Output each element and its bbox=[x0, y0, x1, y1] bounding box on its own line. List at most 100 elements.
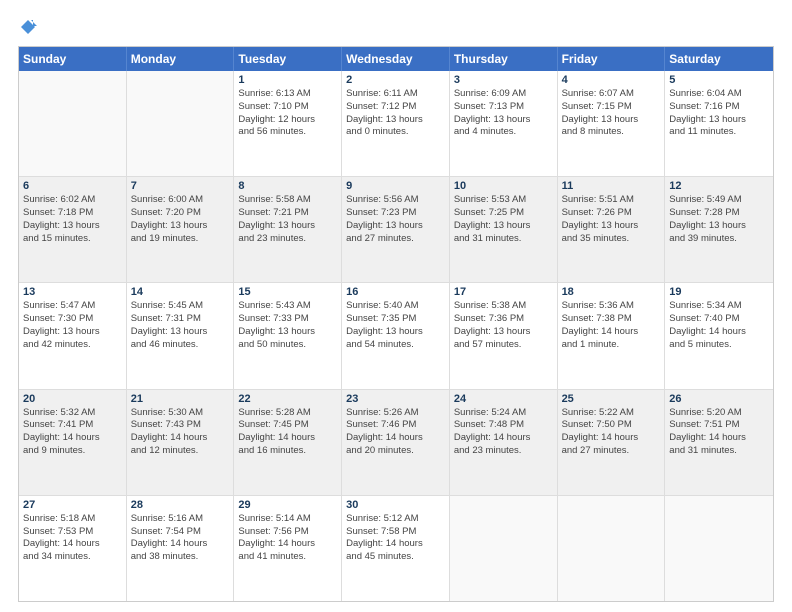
calendar-cell: 8Sunrise: 5:58 AMSunset: 7:21 PMDaylight… bbox=[234, 177, 342, 282]
cell-info-line: Sunset: 7:58 PM bbox=[346, 526, 445, 539]
cell-info-line: Daylight: 14 hours bbox=[23, 432, 122, 445]
cell-info-line: Sunset: 7:23 PM bbox=[346, 207, 445, 220]
week-row: 6Sunrise: 6:02 AMSunset: 7:18 PMDaylight… bbox=[19, 177, 773, 283]
cell-info-line: Daylight: 13 hours bbox=[669, 220, 769, 233]
cell-info-line: Daylight: 13 hours bbox=[238, 220, 337, 233]
calendar-cell: 28Sunrise: 5:16 AMSunset: 7:54 PMDayligh… bbox=[127, 496, 235, 601]
cell-info-line: Daylight: 14 hours bbox=[23, 538, 122, 551]
logo bbox=[18, 18, 37, 36]
cell-info-line: and 46 minutes. bbox=[131, 339, 230, 352]
cell-info-line: Daylight: 14 hours bbox=[454, 432, 553, 445]
day-number: 19 bbox=[669, 286, 769, 298]
cell-info-line: Daylight: 13 hours bbox=[131, 326, 230, 339]
cell-info-line: Sunrise: 5:14 AM bbox=[238, 513, 337, 526]
cell-info-line: Sunrise: 6:13 AM bbox=[238, 88, 337, 101]
cell-info-line: Sunset: 7:12 PM bbox=[346, 101, 445, 114]
cell-info-line: and 9 minutes. bbox=[23, 445, 122, 458]
cell-info-line: and 50 minutes. bbox=[238, 339, 337, 352]
cell-info-line: Daylight: 14 hours bbox=[131, 538, 230, 551]
cell-info-line: and 54 minutes. bbox=[346, 339, 445, 352]
cell-info-line: Daylight: 14 hours bbox=[669, 326, 769, 339]
calendar-cell: 27Sunrise: 5:18 AMSunset: 7:53 PMDayligh… bbox=[19, 496, 127, 601]
cell-info-line: Sunrise: 5:32 AM bbox=[23, 407, 122, 420]
calendar-cell: 7Sunrise: 6:00 AMSunset: 7:20 PMDaylight… bbox=[127, 177, 235, 282]
cell-info-line: Sunrise: 6:11 AM bbox=[346, 88, 445, 101]
week-row: 20Sunrise: 5:32 AMSunset: 7:41 PMDayligh… bbox=[19, 390, 773, 496]
cell-info-line: Sunrise: 6:02 AM bbox=[23, 194, 122, 207]
day-number: 18 bbox=[562, 286, 661, 298]
cell-info-line: Sunrise: 6:07 AM bbox=[562, 88, 661, 101]
calendar-cell: 25Sunrise: 5:22 AMSunset: 7:50 PMDayligh… bbox=[558, 390, 666, 495]
cell-info-line: and 56 minutes. bbox=[238, 126, 337, 139]
cell-info-line: Sunrise: 5:16 AM bbox=[131, 513, 230, 526]
cell-info-line: Sunrise: 5:30 AM bbox=[131, 407, 230, 420]
cell-info-line: and 41 minutes. bbox=[238, 551, 337, 564]
day-number: 7 bbox=[131, 180, 230, 192]
calendar-cell: 26Sunrise: 5:20 AMSunset: 7:51 PMDayligh… bbox=[665, 390, 773, 495]
cell-info-line: Sunrise: 5:49 AM bbox=[669, 194, 769, 207]
day-number: 11 bbox=[562, 180, 661, 192]
calendar-cell bbox=[558, 496, 666, 601]
cell-info-line: Daylight: 13 hours bbox=[669, 114, 769, 127]
cell-info-line: and 23 minutes. bbox=[454, 445, 553, 458]
cell-info-line: Sunset: 7:36 PM bbox=[454, 313, 553, 326]
week-row: 13Sunrise: 5:47 AMSunset: 7:30 PMDayligh… bbox=[19, 283, 773, 389]
cell-info-line: Sunset: 7:20 PM bbox=[131, 207, 230, 220]
cell-info-line: Sunset: 7:48 PM bbox=[454, 419, 553, 432]
header-cell-thursday: Thursday bbox=[450, 47, 558, 71]
cell-info-line: Sunset: 7:31 PM bbox=[131, 313, 230, 326]
cell-info-line: Sunset: 7:54 PM bbox=[131, 526, 230, 539]
cell-info-line: and 31 minutes. bbox=[669, 445, 769, 458]
cell-info-line: Sunset: 7:41 PM bbox=[23, 419, 122, 432]
day-number: 5 bbox=[669, 74, 769, 86]
cell-info-line: and 15 minutes. bbox=[23, 233, 122, 246]
day-number: 10 bbox=[454, 180, 553, 192]
cell-info-line: Sunset: 7:53 PM bbox=[23, 526, 122, 539]
header-cell-tuesday: Tuesday bbox=[234, 47, 342, 71]
calendar-cell: 16Sunrise: 5:40 AMSunset: 7:35 PMDayligh… bbox=[342, 283, 450, 388]
day-number: 3 bbox=[454, 74, 553, 86]
header-cell-monday: Monday bbox=[127, 47, 235, 71]
header-cell-friday: Friday bbox=[558, 47, 666, 71]
cell-info-line: and 11 minutes. bbox=[669, 126, 769, 139]
calendar-cell: 3Sunrise: 6:09 AMSunset: 7:13 PMDaylight… bbox=[450, 71, 558, 176]
cell-info-line: Daylight: 13 hours bbox=[346, 114, 445, 127]
cell-info-line: Sunset: 7:38 PM bbox=[562, 313, 661, 326]
cell-info-line: Sunset: 7:18 PM bbox=[23, 207, 122, 220]
calendar-cell: 18Sunrise: 5:36 AMSunset: 7:38 PMDayligh… bbox=[558, 283, 666, 388]
cell-info-line: Sunset: 7:28 PM bbox=[669, 207, 769, 220]
cell-info-line: Sunset: 7:15 PM bbox=[562, 101, 661, 114]
calendar-cell: 24Sunrise: 5:24 AMSunset: 7:48 PMDayligh… bbox=[450, 390, 558, 495]
cell-info-line: Sunset: 7:43 PM bbox=[131, 419, 230, 432]
cell-info-line: Sunrise: 5:22 AM bbox=[562, 407, 661, 420]
cell-info-line: Sunrise: 5:26 AM bbox=[346, 407, 445, 420]
cell-info-line: Daylight: 12 hours bbox=[238, 114, 337, 127]
cell-info-line: Daylight: 14 hours bbox=[238, 538, 337, 551]
cell-info-line: Daylight: 14 hours bbox=[346, 432, 445, 445]
cell-info-line: and 34 minutes. bbox=[23, 551, 122, 564]
calendar-cell: 15Sunrise: 5:43 AMSunset: 7:33 PMDayligh… bbox=[234, 283, 342, 388]
cell-info-line: Daylight: 14 hours bbox=[669, 432, 769, 445]
cell-info-line: Sunrise: 5:28 AM bbox=[238, 407, 337, 420]
cell-info-line: and 8 minutes. bbox=[562, 126, 661, 139]
cell-info-line: Daylight: 13 hours bbox=[346, 326, 445, 339]
calendar-cell: 19Sunrise: 5:34 AMSunset: 7:40 PMDayligh… bbox=[665, 283, 773, 388]
calendar-header: SundayMondayTuesdayWednesdayThursdayFrid… bbox=[19, 47, 773, 71]
day-number: 30 bbox=[346, 499, 445, 511]
day-number: 2 bbox=[346, 74, 445, 86]
day-number: 27 bbox=[23, 499, 122, 511]
calendar-cell bbox=[127, 71, 235, 176]
cell-info-line: Daylight: 13 hours bbox=[454, 114, 553, 127]
cell-info-line: Daylight: 13 hours bbox=[454, 220, 553, 233]
day-number: 13 bbox=[23, 286, 122, 298]
cell-info-line: Daylight: 14 hours bbox=[131, 432, 230, 445]
day-number: 16 bbox=[346, 286, 445, 298]
cell-info-line: Sunset: 7:21 PM bbox=[238, 207, 337, 220]
cell-info-line: Sunrise: 5:38 AM bbox=[454, 300, 553, 313]
cell-info-line: Sunset: 7:25 PM bbox=[454, 207, 553, 220]
cell-info-line: Sunset: 7:35 PM bbox=[346, 313, 445, 326]
cell-info-line: Daylight: 13 hours bbox=[562, 114, 661, 127]
day-number: 25 bbox=[562, 393, 661, 405]
cell-info-line: and 57 minutes. bbox=[454, 339, 553, 352]
cell-info-line: Daylight: 13 hours bbox=[238, 326, 337, 339]
